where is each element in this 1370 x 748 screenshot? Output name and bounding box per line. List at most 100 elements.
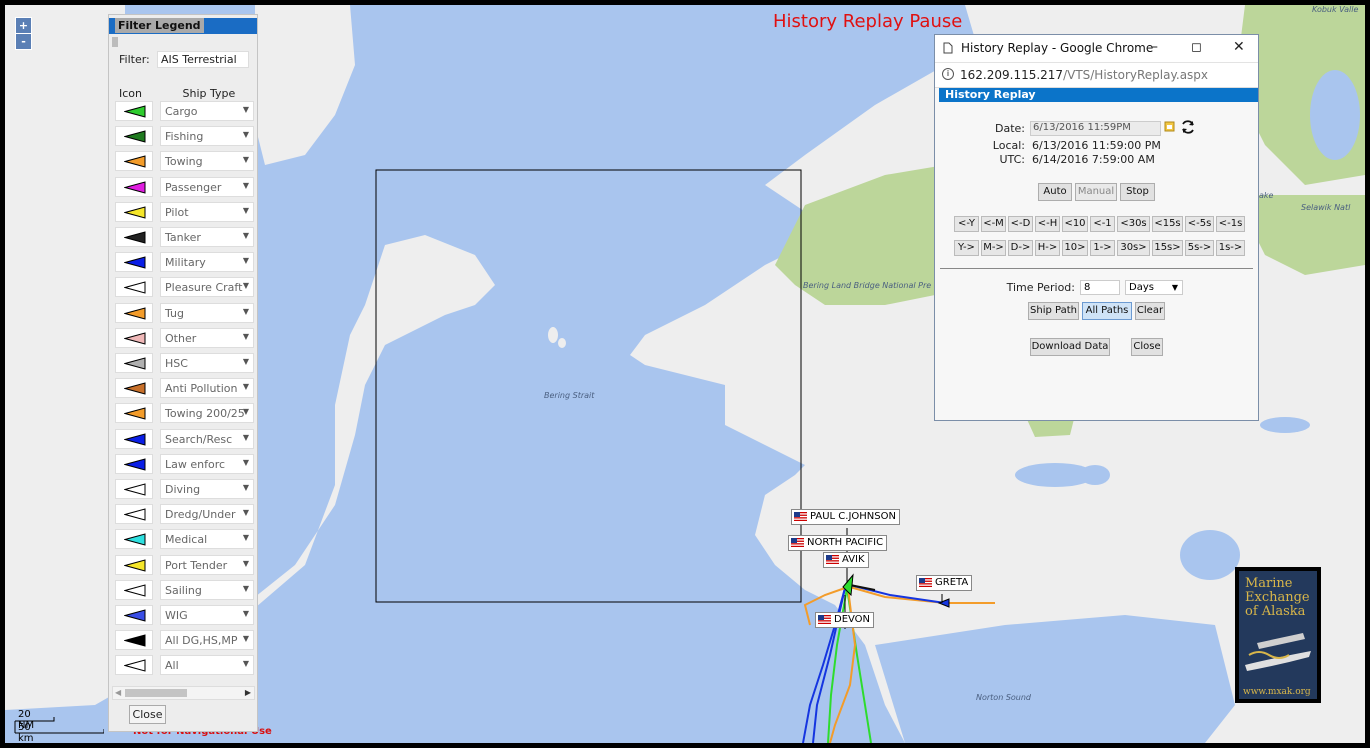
ship-type-select[interactable]: Tug ▼ — [160, 302, 254, 323]
ship-type-select[interactable]: WIG ▼ — [160, 605, 254, 625]
step-back-button[interactable]: <-5s — [1185, 216, 1214, 232]
window-titlebar[interactable]: History Replay - Google Chrome – ◻ ✕ — [935, 35, 1258, 62]
stop-button[interactable]: Stop — [1120, 183, 1155, 201]
step-back-button[interactable]: <-1 — [1090, 216, 1115, 232]
clear-button[interactable]: Clear — [1135, 302, 1165, 320]
ship-type-icon-cell — [115, 428, 153, 449]
close-icon[interactable]: ✕ — [1233, 39, 1245, 55]
col-icon-header: Icon — [119, 87, 142, 100]
ship-arrow-icon — [124, 206, 146, 219]
divider — [940, 268, 1253, 269]
ship-name: AVIK — [842, 554, 865, 565]
step-forward-button[interactable]: 1s-> — [1216, 240, 1245, 256]
ship-type-select[interactable]: Diving ▼ — [160, 479, 254, 499]
ship-type-select[interactable]: Dredg/Under ▼ — [160, 504, 254, 525]
ship-type-select[interactable]: Towing 200/25 ▼ — [160, 403, 254, 424]
ship-type-select[interactable]: Cargo ▼ — [160, 101, 254, 121]
zoom-out-button[interactable]: - — [15, 33, 32, 50]
step-back-button[interactable]: <-M — [981, 216, 1006, 232]
step-forward-button[interactable]: 30s> — [1117, 240, 1150, 256]
ship-arrow-icon — [124, 407, 146, 421]
ship-type-label: Anti Pollution — [165, 382, 238, 396]
ship-type-select[interactable]: Sailing ▼ — [160, 579, 254, 600]
ship-type-select[interactable]: Towing ▼ — [160, 151, 254, 172]
popup-close-button[interactable]: Close — [1131, 338, 1163, 356]
time-unit-select[interactable]: Days ▼ — [1125, 280, 1183, 295]
ship-arrow-icon — [124, 382, 146, 395]
step-forward-button[interactable]: M-> — [981, 240, 1006, 256]
download-data-button[interactable]: Download Data — [1030, 338, 1110, 356]
filter-input[interactable]: AIS Terrestrial — [157, 51, 249, 68]
address-bar[interactable]: i 162.209.115.217/VTS/HistoryReplay.aspx — [935, 62, 1258, 88]
ship-name: DEVON — [834, 614, 871, 625]
scroll-left-icon[interactable]: ◀ — [115, 688, 121, 697]
ship-type-select[interactable]: Tanker ▼ — [160, 227, 254, 247]
ship-type-select[interactable]: All ▼ — [160, 655, 254, 676]
ship-type-select[interactable]: Pilot ▼ — [160, 201, 254, 222]
ship-type-select[interactable]: Port Tender ▼ — [160, 554, 254, 575]
ship-label[interactable]: DEVON — [815, 612, 875, 628]
us-flag-icon — [794, 512, 807, 521]
manual-button[interactable]: Manual — [1075, 183, 1117, 201]
ship-type-select[interactable]: Pleasure Craft ▼ — [160, 277, 254, 298]
ship-label[interactable]: PAUL C.JOHNSON — [791, 509, 900, 525]
ship-type-select[interactable]: Medical ▼ — [160, 529, 254, 550]
zoom-in-button[interactable]: + — [15, 17, 32, 34]
legend-scrollbar[interactable] — [112, 37, 118, 47]
ship-type-label: Towing 200/25 — [165, 407, 245, 421]
time-period-input[interactable]: 8 — [1080, 280, 1120, 295]
auto-button[interactable]: Auto — [1038, 183, 1072, 201]
legend-title-bar[interactable]: Filter Legend — [109, 18, 257, 34]
all-paths-button[interactable]: All Paths — [1082, 302, 1132, 320]
step-forward-button[interactable]: 15s> — [1152, 240, 1183, 256]
maximize-icon[interactable]: ◻ — [1191, 40, 1202, 55]
ship-label[interactable]: GRETA — [916, 575, 973, 591]
step-back-button[interactable]: <30s — [1117, 216, 1150, 232]
step-back-button[interactable]: <-H — [1035, 216, 1060, 232]
step-back-button[interactable]: <-Y — [954, 216, 979, 232]
step-forward-button[interactable]: H-> — [1035, 240, 1060, 256]
ship-type-select[interactable]: Passenger ▼ — [160, 176, 254, 197]
ship-type-select[interactable]: HSC ▼ — [160, 353, 254, 373]
step-back-button[interactable]: <-1s — [1216, 216, 1245, 232]
ship-type-select[interactable]: Anti Pollution ▼ — [160, 378, 254, 399]
mxak-logo[interactable]: Marine Exchange of Alaska www.mxak.org — [1235, 567, 1321, 703]
lake-3 — [1260, 417, 1310, 433]
scroll-thumb[interactable] — [125, 689, 187, 697]
legend-row: Cargo ▼ — [115, 100, 255, 122]
step-forward-button[interactable]: 10> — [1062, 240, 1088, 256]
step-back-button[interactable]: <-D — [1008, 216, 1033, 232]
scroll-right-icon[interactable]: ▶ — [245, 688, 251, 697]
refresh-icon[interactable] — [1180, 119, 1196, 135]
ship-type-select[interactable]: Law enforc ▼ — [160, 453, 254, 474]
step-forward-button[interactable]: 1-> — [1090, 240, 1115, 256]
ship-path-button[interactable]: Ship Path — [1028, 302, 1079, 320]
ship-type-select[interactable]: Search/Resc ▼ — [160, 428, 254, 449]
ship-arrow-icon — [124, 155, 146, 169]
step-forward-button[interactable]: Y-> — [954, 240, 979, 256]
ship-label[interactable]: AVIK — [823, 552, 869, 568]
legend-row: Fishing ▼ — [115, 125, 255, 147]
step-forward-button[interactable]: D-> — [1008, 240, 1033, 256]
ship-type-select[interactable]: Military ▼ — [160, 252, 254, 273]
ship-arrow-icon — [124, 130, 146, 143]
legend-close-button[interactable]: Close — [129, 705, 166, 724]
legend-horizontal-scrollbar[interactable]: ◀ ▶ — [112, 686, 255, 700]
calendar-icon[interactable] — [1164, 120, 1175, 132]
ship-type-select[interactable]: All DG,HS,MP ▼ — [160, 630, 254, 651]
minimize-icon[interactable]: – — [1151, 39, 1158, 55]
date-input[interactable]: 6/13/2016 11:59PM — [1030, 121, 1161, 136]
step-forward-button[interactable]: 5s-> — [1185, 240, 1214, 256]
step-back-button[interactable]: <10 — [1062, 216, 1088, 232]
ship-type-icon-cell — [115, 151, 153, 172]
ship-type-icon-cell — [115, 353, 153, 373]
logo-line: Exchange — [1245, 590, 1310, 605]
map-viewport[interactable]: + - History Replay Pause Bering Strait B… — [0, 0, 1370, 748]
url-text[interactable]: 162.209.115.217/VTS/HistoryReplay.aspx — [960, 68, 1208, 82]
ship-type-select[interactable]: Other ▼ — [160, 327, 254, 348]
ship-type-select[interactable]: Fishing ▼ — [160, 126, 254, 147]
info-icon[interactable]: i — [942, 68, 954, 80]
ship-label[interactable]: NORTH PACIFIC — [788, 535, 888, 551]
ship-arrow-icon — [124, 483, 146, 496]
step-back-button[interactable]: <15s — [1152, 216, 1183, 232]
